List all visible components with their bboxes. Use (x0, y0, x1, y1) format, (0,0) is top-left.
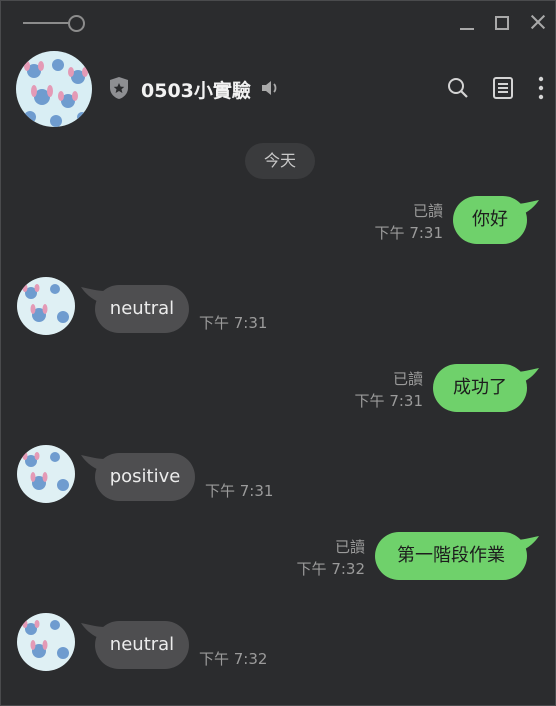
message-time: 下午 7:31 (354, 392, 423, 410)
pin-toggle-knob (68, 15, 85, 32)
sender-avatar[interactable] (17, 277, 75, 335)
chat-header: 0503小實驗 (1, 43, 555, 133)
bubble-tail (81, 455, 105, 471)
chat-window: 0503小實驗 今天 已讀 下午 7:31 你好 neutral 下午 7:31… (0, 0, 556, 706)
more-vertical-icon[interactable] (531, 76, 555, 100)
search-icon[interactable] (446, 76, 470, 100)
incoming-message-bubble[interactable]: neutral (81, 285, 189, 333)
sender-avatar[interactable] (17, 613, 75, 671)
message-time: 下午 7:32 (296, 560, 365, 578)
read-status: 已讀 (334, 538, 365, 556)
date-separator: 今天 (245, 143, 315, 179)
outgoing-message-bubble[interactable]: 第一階段作業 (375, 532, 539, 580)
pin-toggle[interactable] (23, 14, 85, 32)
bubble-tail (81, 287, 105, 303)
read-status: 已讀 (412, 202, 443, 220)
message-meta: 已讀 下午 7:31 (361, 200, 443, 244)
chat-title[interactable]: 0503小實驗 (141, 76, 251, 103)
title-bar (1, 1, 555, 43)
minimize-button[interactable] (458, 13, 478, 33)
message-text: 成功了 (453, 377, 507, 398)
shield-star-icon (108, 76, 130, 100)
message-text: neutral (109, 634, 175, 655)
group-avatar[interactable] (16, 51, 92, 127)
bubble-tail (515, 368, 539, 384)
outgoing-message-bubble[interactable]: 成功了 (433, 364, 539, 412)
message-time: 下午 7:32 (199, 650, 268, 668)
incoming-message-bubble[interactable]: positive (81, 453, 195, 501)
outgoing-message-bubble[interactable]: 你好 (453, 196, 539, 244)
bubble-tail (515, 200, 539, 216)
bubble-tail (515, 536, 539, 552)
message-text: 你好 (472, 209, 508, 230)
message-meta: 已讀 下午 7:31 (341, 368, 423, 412)
message-text: 第一階段作業 (397, 545, 505, 566)
message-meta: 已讀 下午 7:32 (283, 536, 365, 580)
message-text: positive (109, 466, 181, 487)
maximize-button[interactable] (492, 13, 512, 33)
close-button[interactable] (528, 13, 548, 33)
message-time: 下午 7:31 (205, 482, 274, 500)
message-time: 下午 7:31 (374, 224, 443, 242)
read-status: 已讀 (392, 370, 423, 388)
bubble-tail (81, 623, 105, 639)
message-text: neutral (109, 298, 175, 319)
sender-avatar[interactable] (17, 445, 75, 503)
incoming-message-bubble[interactable]: neutral (81, 621, 189, 669)
speaker-icon[interactable] (260, 78, 282, 98)
notes-icon[interactable] (491, 76, 515, 100)
pin-toggle-track (23, 22, 69, 24)
message-time: 下午 7:31 (199, 314, 268, 332)
